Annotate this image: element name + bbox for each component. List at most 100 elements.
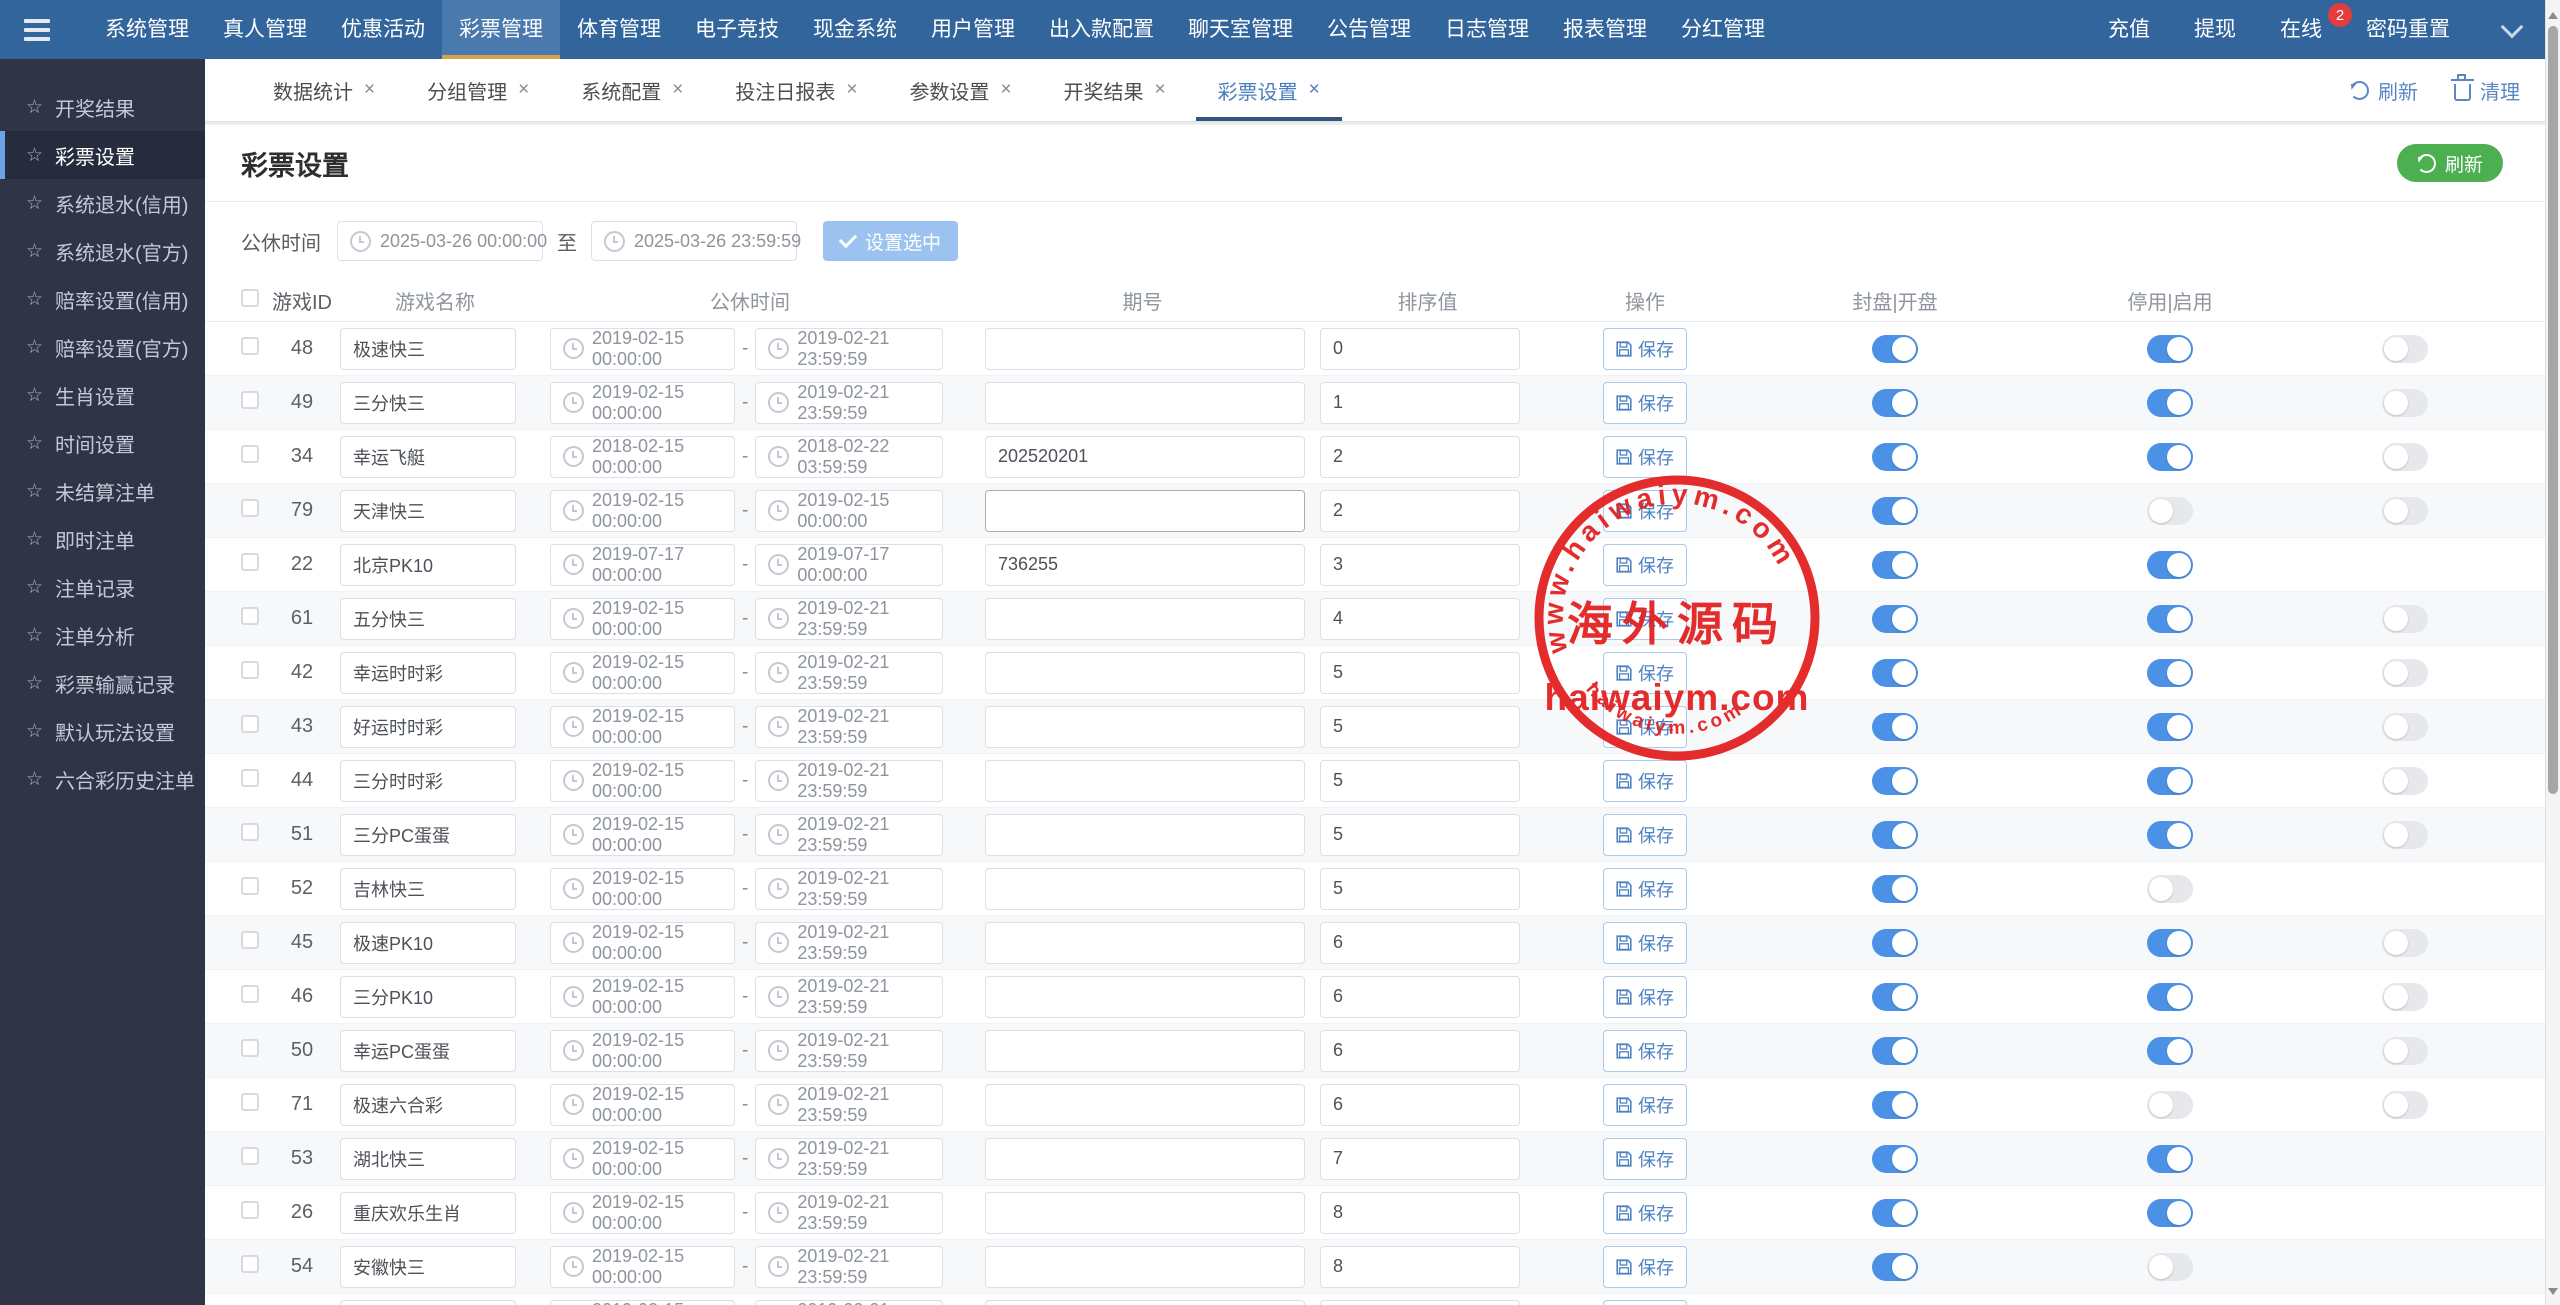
top-menu-item-4[interactable]: 体育管理 [560, 0, 678, 59]
topbar-right-item-3[interactable]: 密码重置 [2344, 0, 2472, 59]
row-checkbox[interactable] [241, 823, 259, 841]
close-open-toggle[interactable] [1872, 1145, 1918, 1173]
row-checkbox[interactable] [241, 661, 259, 679]
close-open-toggle[interactable] [1872, 551, 1918, 579]
disable-enable-toggle[interactable] [2147, 551, 2193, 579]
sort-value-input[interactable]: 2 [1320, 436, 1520, 478]
sidebar-item-7[interactable]: ☆时间设置 [0, 419, 205, 467]
disable-enable-toggle[interactable] [2147, 1145, 2193, 1173]
issue-number-input[interactable] [985, 706, 1305, 748]
holiday-end-input[interactable]: 2018-02-22 03:59:59 [755, 436, 943, 478]
issue-number-input[interactable] [985, 1246, 1305, 1288]
sort-value-input[interactable]: 5 [1320, 868, 1520, 910]
tab-0[interactable]: 数据统计× [247, 59, 401, 121]
disable-enable-toggle[interactable] [2147, 1199, 2193, 1227]
close-open-toggle[interactable] [1872, 1199, 1918, 1227]
disable-enable-toggle[interactable] [2147, 767, 2193, 795]
disable-enable-toggle[interactable] [2147, 821, 2193, 849]
sort-value-input[interactable]: 0 [1320, 328, 1520, 370]
holiday-start-input[interactable]: 2019-02-15 00:00:00 [550, 1084, 735, 1126]
save-button[interactable]: 保存 [1603, 1084, 1687, 1126]
extra-toggle[interactable] [2382, 983, 2428, 1011]
select-all-checkbox[interactable] [241, 289, 259, 307]
issue-number-input[interactable] [985, 976, 1305, 1018]
close-open-toggle[interactable] [1872, 821, 1918, 849]
holiday-start-input[interactable]: 2019-02-15 00:00:00 [550, 1030, 735, 1072]
sidebar-item-2[interactable]: ☆系统退水(信用) [0, 179, 205, 227]
close-open-toggle[interactable] [1872, 659, 1918, 687]
sidebar-item-6[interactable]: ☆生肖设置 [0, 371, 205, 419]
save-button[interactable]: 保存 [1603, 706, 1687, 748]
tab-6[interactable]: 彩票设置× [1192, 59, 1346, 121]
top-menu-item-6[interactable]: 现金系统 [796, 0, 914, 59]
game-name-input[interactable]: 吉林快三 [340, 868, 516, 910]
sort-value-input[interactable]: 5 [1320, 652, 1520, 694]
save-button[interactable]: 保存 [1603, 328, 1687, 370]
game-name-input[interactable]: 贵州快三 [340, 1300, 516, 1305]
sidebar-item-4[interactable]: ☆赔率设置(信用) [0, 275, 205, 323]
tab-1[interactable]: 分组管理× [401, 59, 555, 121]
sort-value-input[interactable]: 7 [1320, 1138, 1520, 1180]
issue-number-input[interactable] [985, 760, 1305, 802]
holiday-start-input[interactable]: 2019-02-15 00:00:00 [550, 760, 735, 802]
close-tab-icon[interactable]: × [1155, 79, 1166, 101]
game-name-input[interactable]: 极速PK10 [340, 922, 516, 964]
extra-toggle[interactable] [2382, 443, 2428, 471]
issue-number-input[interactable] [985, 868, 1305, 910]
holiday-end-input[interactable]: 2019-02-21 23:59:59 [755, 922, 943, 964]
extra-toggle[interactable] [2382, 335, 2428, 363]
holiday-end-input[interactable]: 2019-02-21 23:59:59 [755, 976, 943, 1018]
sort-value-input[interactable]: 6 [1320, 976, 1520, 1018]
issue-number-input[interactable] [985, 1192, 1305, 1234]
close-open-toggle[interactable] [1872, 767, 1918, 795]
disable-enable-toggle[interactable] [2147, 605, 2193, 633]
close-open-toggle[interactable] [1872, 1091, 1918, 1119]
holiday-end-input[interactable]: 2019-02-21 23:59:59 [755, 598, 943, 640]
disable-enable-toggle[interactable] [2147, 389, 2193, 417]
close-tab-icon[interactable]: × [846, 79, 857, 101]
top-menu-item-1[interactable]: 真人管理 [206, 0, 324, 59]
close-open-toggle[interactable] [1872, 1253, 1918, 1281]
save-button[interactable]: 保存 [1603, 922, 1687, 964]
sidebar-item-12[interactable]: ☆彩票输赢记录 [0, 659, 205, 707]
game-name-input[interactable]: 三分PC蛋蛋 [340, 814, 516, 856]
holiday-end-input[interactable]: 2019-02-21 23:59:59 [755, 868, 943, 910]
sidebar-item-9[interactable]: ☆即时注单 [0, 515, 205, 563]
disable-enable-toggle[interactable] [2147, 497, 2193, 525]
extra-toggle[interactable] [2382, 821, 2428, 849]
holiday-end-input[interactable]: 2019-02-21 23:59:59 [755, 1030, 943, 1072]
row-checkbox[interactable] [241, 1093, 259, 1111]
close-open-toggle[interactable] [1872, 713, 1918, 741]
save-button[interactable]: 保存 [1603, 814, 1687, 856]
save-button[interactable]: 保存 [1603, 868, 1687, 910]
holiday-end-input[interactable]: 2019-02-21 23:59:59 [755, 1300, 943, 1305]
close-tab-icon[interactable]: × [672, 79, 683, 101]
holiday-start-input[interactable]: 2019-02-15 00:00:00 [550, 706, 735, 748]
sidebar-item-10[interactable]: ☆注单记录 [0, 563, 205, 611]
tab-5[interactable]: 开奖结果× [1038, 59, 1192, 121]
top-menu-item-0[interactable]: 系统管理 [88, 0, 206, 59]
holiday-end-input[interactable]: 2019-02-15 00:00:00 [755, 490, 943, 532]
holiday-start-input[interactable]: 2019-02-15 00:00:00 [550, 328, 735, 370]
close-open-toggle[interactable] [1872, 605, 1918, 633]
holiday-start-input[interactable]: 2018-02-15 00:00:00 [550, 436, 735, 478]
close-open-toggle[interactable] [1872, 875, 1918, 903]
save-button[interactable]: 保存 [1603, 652, 1687, 694]
close-open-toggle[interactable] [1872, 497, 1918, 525]
extra-toggle[interactable] [2382, 605, 2428, 633]
sidebar-item-13[interactable]: ☆默认玩法设置 [0, 707, 205, 755]
issue-number-input[interactable] [985, 1030, 1305, 1072]
top-menu-item-9[interactable]: 聊天室管理 [1171, 0, 1310, 59]
save-button[interactable]: 保存 [1603, 544, 1687, 586]
holiday-start-input[interactable]: 2019-02-15 00:00:00 [550, 598, 735, 640]
disable-enable-toggle[interactable] [2147, 1091, 2193, 1119]
issue-number-input[interactable]: 736255 [985, 544, 1305, 586]
topbar-right-item-2[interactable]: 在线2 [2258, 0, 2344, 59]
sort-value-input[interactable]: 4 [1320, 598, 1520, 640]
disable-enable-toggle[interactable] [2147, 1253, 2193, 1281]
sidebar-item-1[interactable]: ☆彩票设置 [0, 131, 205, 179]
game-name-input[interactable]: 五分快三 [340, 598, 516, 640]
holiday-start-input[interactable]: 2019-02-15 00:00:00 [550, 1246, 735, 1288]
top-menu-item-11[interactable]: 日志管理 [1428, 0, 1546, 59]
holiday-start-input[interactable]: 2019-02-15 00:00:00 [550, 490, 735, 532]
